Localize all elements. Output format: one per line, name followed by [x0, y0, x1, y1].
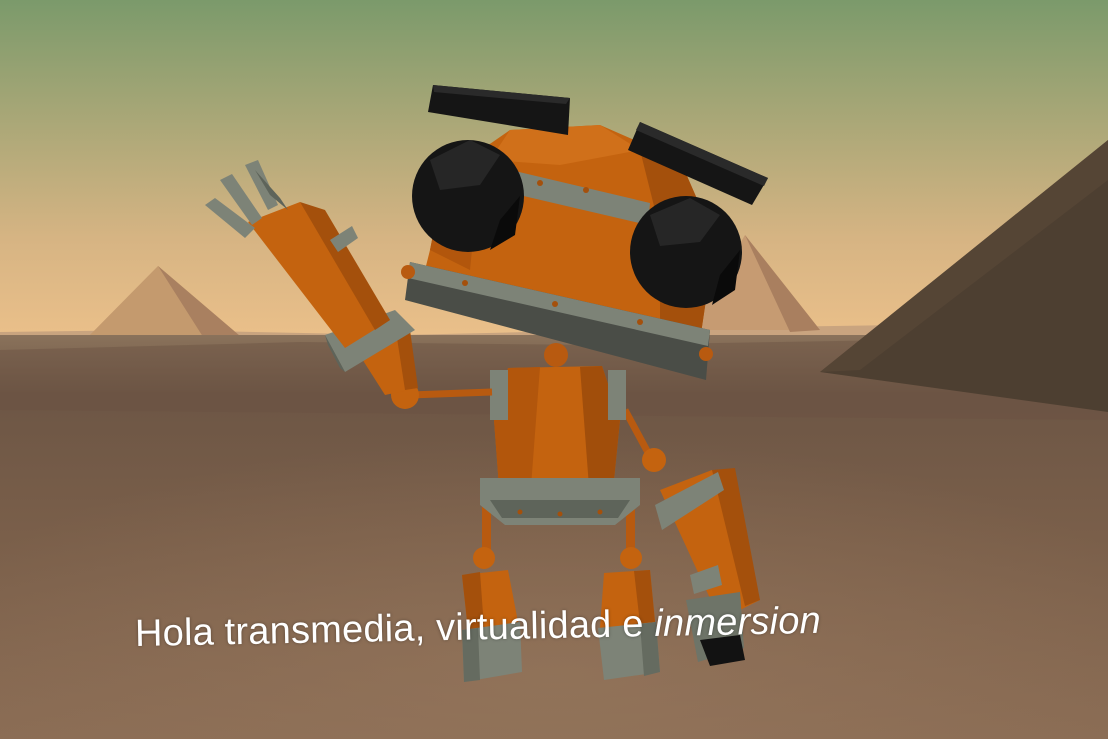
robot-torso — [480, 343, 640, 525]
game-viewport[interactable]: Hola transmedia, virtualidad e inmersion — [0, 0, 1108, 739]
subtitle-emphasis: inmersion — [653, 599, 822, 646]
subtitle-main: Hola transmedia, virtualidad e — [134, 603, 655, 655]
robot-left-ear — [412, 140, 524, 252]
robot-right-ear — [630, 196, 742, 308]
